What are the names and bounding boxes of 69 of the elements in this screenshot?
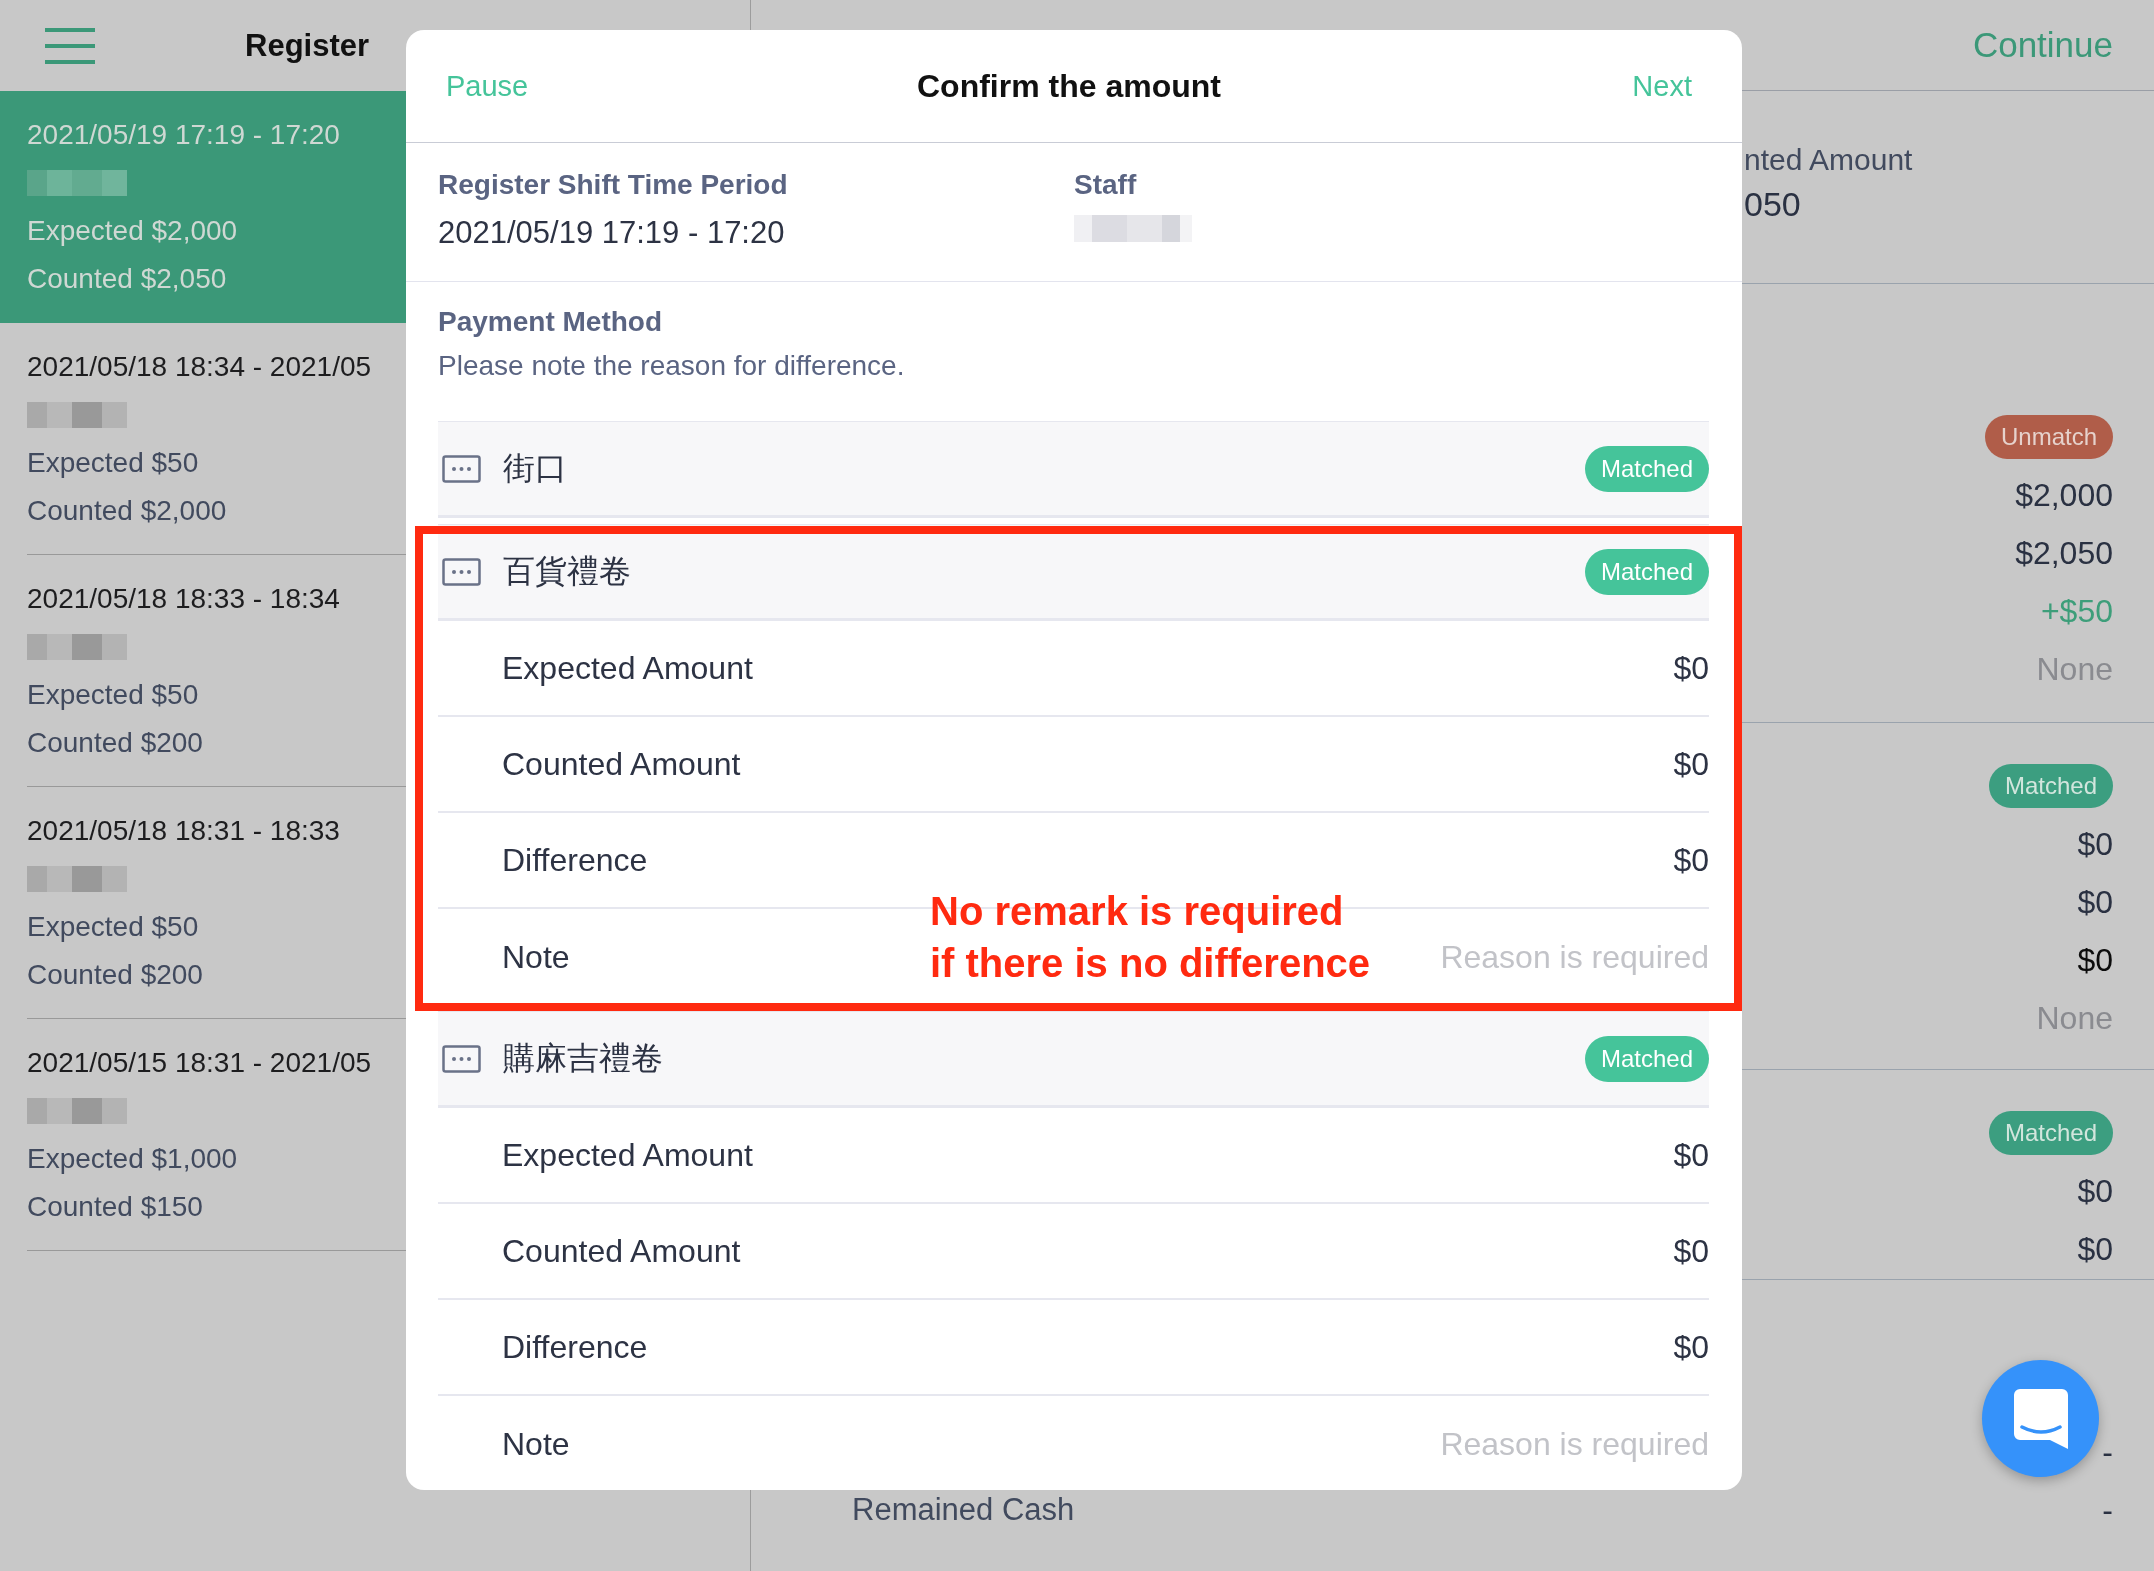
expected-amount: Expected $1,000	[27, 1142, 238, 1176]
ellipsis-box-icon	[442, 454, 481, 483]
row-value: None	[2036, 999, 2113, 1037]
status-badge: Matched	[1584, 1035, 1709, 1082]
note-field[interactable]: Reason is required	[1389, 938, 1709, 976]
counted-amount: Counted $200	[27, 958, 203, 992]
expected-amount: Expected $50	[27, 910, 199, 944]
payment-name: 街口	[503, 448, 568, 488]
row-value: $0	[1673, 1232, 1709, 1270]
shift-period: 2021/05/18 18:33 - 18:34	[27, 582, 340, 616]
shift-period: 2021/05/18 18:31 - 18:33	[27, 814, 340, 848]
screen-title: Register	[245, 27, 370, 64]
row-value: $0	[2077, 883, 2113, 921]
row-label: Difference	[502, 1328, 648, 1366]
counted-amount: Counted $2,000	[27, 494, 227, 528]
row-value: $0	[2077, 941, 2113, 979]
row-value: $0	[2077, 1230, 2113, 1268]
menu-icon[interactable]	[45, 27, 95, 64]
status-badge: Matched	[1584, 445, 1709, 492]
row-value: $2,000	[2015, 476, 2113, 514]
row-value: -	[2102, 1433, 2113, 1471]
status-badge: Matched	[1584, 548, 1709, 595]
ellipsis-box-icon	[442, 557, 481, 586]
row-value: None	[2036, 650, 2113, 688]
row-value: +$50	[2040, 592, 2113, 630]
annotation-text: No remark is required if there is no difference	[930, 888, 1371, 987]
chat-bubble-icon	[2011, 1386, 2070, 1451]
row-value: $0	[2077, 825, 2113, 863]
row-value: $0	[1673, 745, 1709, 783]
row-label: Difference	[502, 841, 648, 879]
row-value: $0	[1673, 1328, 1709, 1366]
field-label: Staff	[1074, 168, 1137, 202]
counted-amount: Counted $150	[27, 1190, 203, 1224]
row-value: $0	[1673, 1136, 1709, 1174]
row-value: $2,050	[2015, 534, 2113, 572]
row-label: Remained Cash	[851, 1492, 1075, 1528]
payment-name: 百貨禮卷	[503, 551, 632, 591]
row-value: $0	[2077, 1172, 2113, 1210]
row-label: Counted Amount	[502, 1232, 741, 1270]
shift-period: 2021/05/15 18:31 - 2021/05	[27, 1046, 372, 1080]
row-value: -	[2102, 1491, 2113, 1529]
note-field[interactable]: Reason is required	[1389, 1425, 1709, 1463]
shift-period: 2021/05/19 17:19 - 17:20	[27, 118, 340, 152]
row-label: Expected Amount	[502, 1136, 753, 1174]
status-badge: Matched	[1988, 764, 2113, 808]
group-header[interactable]: 百貨禮卷 Matched	[438, 524, 1709, 621]
payment-name: 購麻吉禮卷	[503, 1038, 664, 1078]
expected-amount: Expected $50	[27, 446, 199, 480]
row-label: Expected Amount	[502, 649, 753, 687]
group-header[interactable]: 街口 Matched	[438, 421, 1709, 518]
status-badge: Matched	[1988, 1111, 2113, 1155]
counted-amount: Counted $200	[27, 726, 203, 760]
row-value: $0	[1673, 841, 1709, 879]
row-label: Counted Amount	[502, 745, 741, 783]
field-value: 050	[1744, 185, 1802, 224]
group-header[interactable]: 購麻吉禮卷 Matched	[438, 1011, 1709, 1108]
row-value: $0	[1673, 649, 1709, 687]
row-label: Note	[502, 1425, 570, 1463]
expected-amount: Expected $50	[27, 678, 199, 712]
dialog-title: Confirm the amount	[917, 67, 1221, 105]
counted-amount: Counted $2,050	[27, 262, 227, 296]
field-label: nted Amount	[1744, 143, 1914, 177]
chat-button[interactable]	[1982, 1360, 2099, 1477]
expected-amount: Expected $2,000	[27, 214, 238, 248]
row-label: Note	[502, 938, 570, 976]
shift-period: 2021/05/18 18:34 - 2021/05	[27, 350, 372, 384]
section-hint: Please note the reason for difference.	[438, 350, 905, 382]
status-badge: Unmatch	[1984, 415, 2113, 459]
ellipsis-box-icon	[442, 1044, 481, 1073]
